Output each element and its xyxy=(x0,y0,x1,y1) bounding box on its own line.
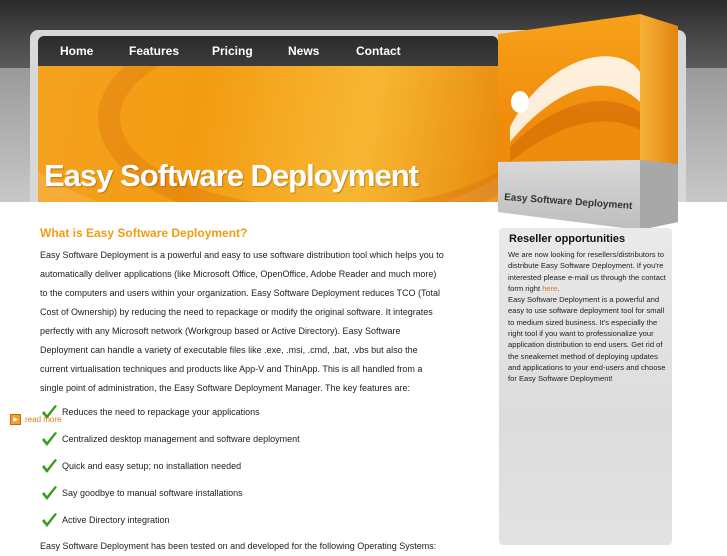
feature-item: Active Directory integration xyxy=(40,510,445,537)
arrow-right-icon: ▶ xyxy=(10,414,21,425)
feature-label: Say goodbye to manual software installat… xyxy=(62,488,243,498)
feature-item: Reduces the need to repackage your appli… xyxy=(40,402,445,429)
feature-label: Quick and easy setup; no installation ne… xyxy=(62,461,242,471)
check-icon xyxy=(42,459,57,473)
feature-list: Reduces the need to repackage your appli… xyxy=(40,402,445,537)
main-content: What is Easy Software Deployment? Easy S… xyxy=(40,226,445,556)
product-box-image: Easy Software Deployment xyxy=(498,14,678,230)
hero-title: Easy Software Deployment xyxy=(44,158,419,193)
check-icon xyxy=(42,513,57,527)
read-more-link[interactable]: ▶ read more xyxy=(10,414,61,425)
feature-item: Quick and easy setup; no installation ne… xyxy=(40,456,445,483)
nav-bar xyxy=(38,36,498,66)
feature-label: Active Directory integration xyxy=(62,515,170,525)
sidebar-text: We are now looking for resellers/distrib… xyxy=(508,249,666,385)
sidebar-title: Reseller opportunities xyxy=(509,233,626,245)
reseller-sidebar: Reseller opportunities We are now lookin… xyxy=(499,228,672,545)
intro-paragraph: Easy Software Deployment is a powerful a… xyxy=(40,250,444,393)
os-paragraph: Easy Software Deployment has been tested… xyxy=(40,541,437,551)
check-icon xyxy=(42,432,57,446)
contact-here-link[interactable]: here xyxy=(542,284,557,293)
nav-news[interactable]: News xyxy=(288,44,319,58)
feature-label: Reduces the need to repackage your appli… xyxy=(62,407,260,417)
nav-contact[interactable]: Contact xyxy=(356,44,401,58)
feature-label: Centralized desktop management and softw… xyxy=(62,434,300,444)
nav-home[interactable]: Home xyxy=(60,44,93,58)
read-more-label: read more xyxy=(25,415,62,424)
sidebar-text-after-link: . xyxy=(557,283,560,293)
nav-features[interactable]: Features xyxy=(129,44,179,58)
main-heading: What is Easy Software Deployment? xyxy=(40,226,248,240)
feature-item: Centralized desktop management and softw… xyxy=(40,429,445,456)
check-icon xyxy=(42,486,57,500)
sidebar-text-before-link: We are now looking for resellers/distrib… xyxy=(508,250,666,293)
sidebar-description: Easy Software Deployment is a powerful a… xyxy=(508,295,666,384)
nav-pricing[interactable]: Pricing xyxy=(212,44,253,58)
feature-item: Say goodbye to manual software installat… xyxy=(40,483,445,510)
